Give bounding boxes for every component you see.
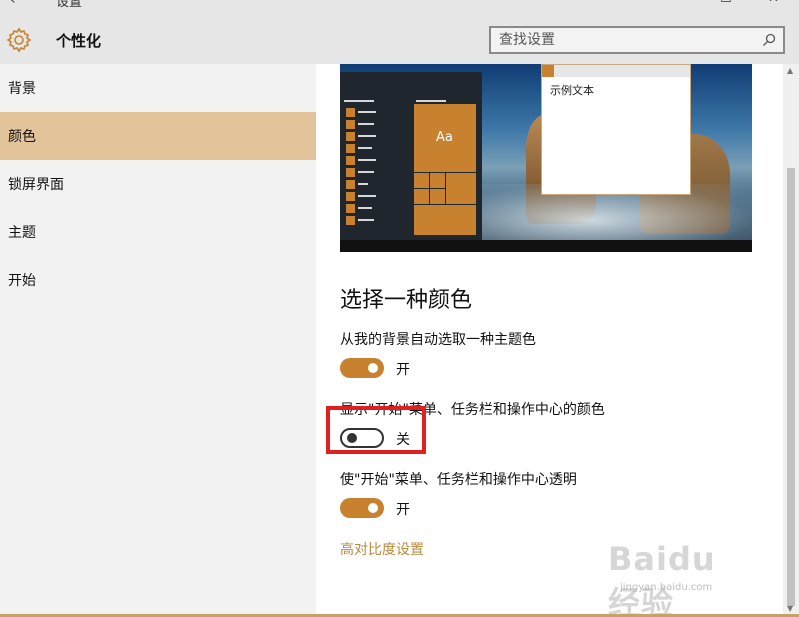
menu-tile [346,192,355,201]
section-title: 选择一种颜色 [340,288,473,313]
preview-tile [429,172,446,189]
watermark: Baidu 经验 jingyan.baidu.com [608,540,758,617]
menu-tile [346,168,355,177]
title-bar: ‹ 设置 – ☐ ✕ [0,0,799,10]
highlight-box [326,406,426,454]
preview-tile [429,188,446,205]
sidebar-item-lock-screen[interactable]: 锁屏界面 [0,160,316,208]
preview-sample-window: 示例文本 [541,64,691,195]
toggle-state-label: 开 [396,502,410,518]
preview-start-menu: Aa [340,72,482,240]
sample-window-titlebar [542,65,690,77]
sidebar-item-label: 颜色 [8,129,36,145]
menu-tile [346,108,355,117]
sidebar-item-themes[interactable]: 主题 [0,208,316,256]
menu-line [358,207,372,209]
window-title: 设置 [56,0,83,10]
tile-sample-text: Aa [436,130,453,145]
menu-line [358,123,374,125]
toggle-transparency[interactable] [340,498,384,518]
menu-tile [346,120,355,129]
toggle-knob [368,503,378,513]
sidebar-item-label: 锁屏界面 [8,177,64,193]
toggle-state-label: 开 [396,362,410,378]
preview-tile [413,204,477,236]
page-title: 个性化 [56,32,102,50]
color-preview: Aa 示例文本 [340,64,752,252]
gear-icon [6,27,32,53]
watermark-logo: Baidu 经验 [608,540,716,617]
menu-line [344,100,374,102]
sidebar-item-colors[interactable]: 颜色 [0,112,316,160]
watermark-url: jingyan.baidu.com [620,582,713,593]
preview-large-tile: Aa [414,104,476,172]
preview-tile [413,172,430,189]
menu-line [358,159,376,161]
menu-tile [346,144,355,153]
search-input[interactable] [499,31,749,49]
menu-tile [346,180,355,189]
preview-taskbar [340,240,752,252]
sidebar-item-label: 背景 [8,81,36,97]
setting-label-transparency: 使"开始"菜单、任务栏和操作中心透明 [340,472,577,488]
scroll-down-icon[interactable]: ▼ [787,604,793,613]
toggle-knob [368,363,378,373]
sidebar-item-label: 主题 [8,225,36,241]
menu-tile [346,132,355,141]
menu-line [358,195,376,197]
setting-label-auto-accent: 从我的背景自动选取一种主题色 [340,332,536,348]
search-icon[interactable] [761,32,777,48]
sidebar-item-start[interactable]: 开始 [0,256,316,304]
menu-tile [346,204,355,213]
search-box[interactable] [489,26,785,54]
sidebar: 背景 颜色 锁屏界面 主题 开始 [0,64,316,617]
menu-tile [346,156,355,165]
preview-tile [445,172,477,205]
close-button[interactable]: ✕ [768,0,779,6]
scrollbar-thumb[interactable] [787,168,795,606]
menu-tile [346,216,355,225]
sidebar-item-background[interactable]: 背景 [0,64,316,112]
menu-line [358,147,372,149]
minimize-button[interactable]: – [668,0,675,6]
menu-line [358,183,368,185]
menu-line [358,111,376,113]
high-contrast-settings-link[interactable]: 高对比度设置 [340,539,424,559]
accent-swatch [542,65,554,77]
scroll-up-icon[interactable]: ▲ [787,66,793,75]
maximize-button[interactable]: ☐ [720,0,732,6]
menu-line [358,171,374,173]
header: 个性化 [0,10,799,64]
menu-line [416,100,446,102]
menu-line [358,219,374,221]
menu-line [358,135,376,137]
scrollbar[interactable]: ▲ ▼ [783,64,799,617]
toggle-auto-accent[interactable] [340,358,384,378]
back-button[interactable]: ‹ [10,0,16,8]
sidebar-item-label: 开始 [8,273,36,289]
preview-tile [413,188,430,205]
main-content: Aa 示例文本 选择一种颜色 从我的背景自动选取一种主题色 开 显示"开始"菜单… [316,64,783,617]
sample-text: 示例文本 [550,84,594,97]
